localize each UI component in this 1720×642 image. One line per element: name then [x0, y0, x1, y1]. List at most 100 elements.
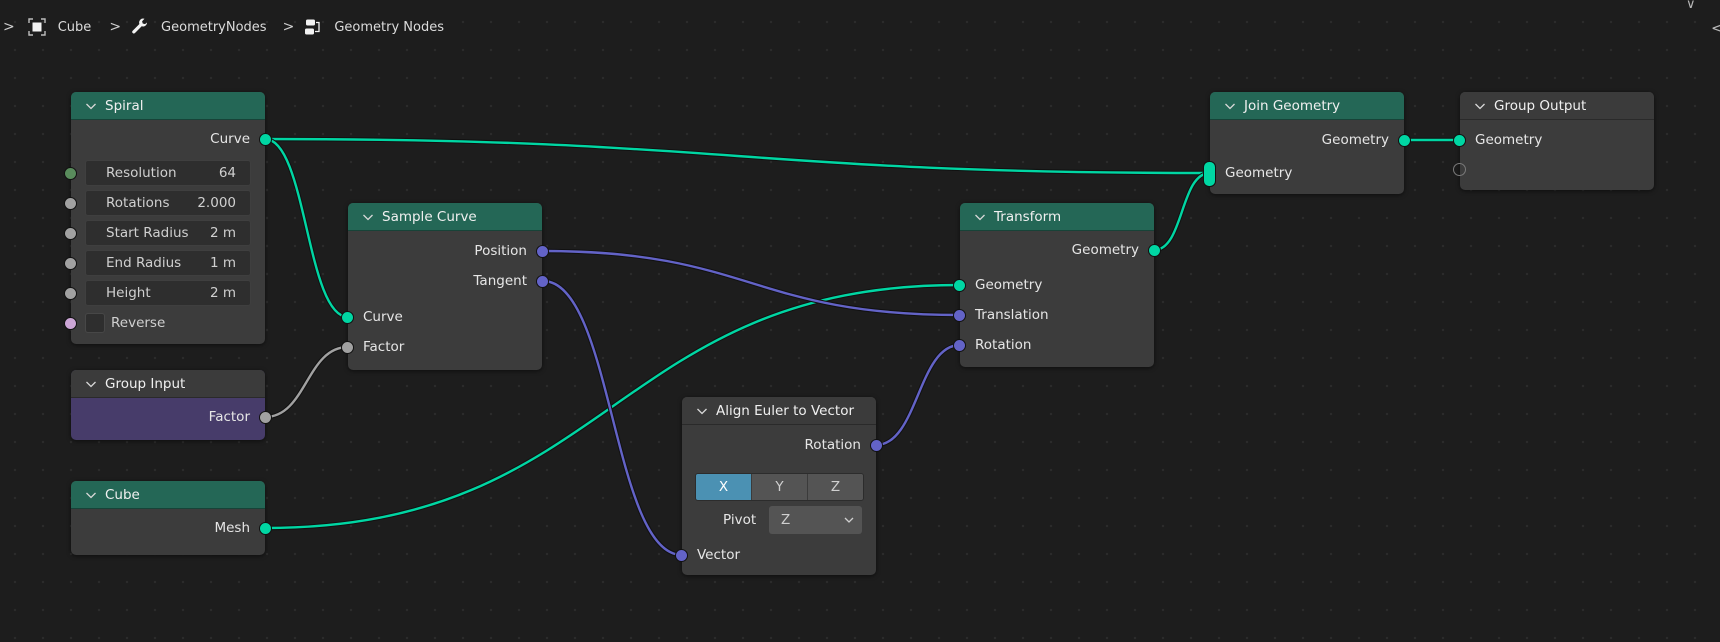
socket-curve-input[interactable] [341, 311, 354, 324]
socket-position-output[interactable] [536, 245, 549, 258]
field-label: Start Radius [106, 225, 189, 241]
input-socket-row: Vector [682, 544, 876, 566]
object-cube-icon [28, 18, 46, 36]
node-link-sample_curve-position-to-transform-translation[interactable] [542, 249, 961, 317]
socket-factor-output[interactable] [259, 411, 272, 424]
socket-translation-input[interactable] [953, 309, 966, 322]
wrench-modifier-icon [131, 18, 149, 36]
socket-tangent-output[interactable] [536, 275, 549, 288]
axis-toggle-group: X Y Z [695, 473, 864, 501]
socket-rotation-output[interactable] [870, 439, 883, 452]
socket-rotations-input[interactable] [64, 197, 77, 210]
chevron-down-icon[interactable] [1474, 100, 1486, 112]
socket-label: Tangent [473, 273, 527, 289]
output-socket-row: Mesh [71, 517, 265, 539]
resolution-field[interactable]: Resolution 64 [85, 160, 251, 186]
axis-z-toggle[interactable]: Z [808, 474, 863, 500]
node-group-output[interactable]: Group Output Geometry [1453, 92, 1654, 190]
node-transform[interactable]: Transform Geometry Geometry Translation … [953, 203, 1161, 367]
node-header[interactable]: Sample Curve [348, 203, 542, 231]
node-title: Spiral [105, 97, 144, 114]
chevron-down-icon[interactable] [85, 489, 97, 501]
chevron-down-icon[interactable] [1224, 100, 1236, 112]
breadcrumb-item-object[interactable]: Cube [58, 20, 92, 35]
output-socket-row: Geometry [1210, 129, 1404, 151]
socket-label: Mesh [214, 520, 250, 536]
output-socket-row: Position [348, 240, 542, 262]
axis-y-toggle[interactable]: Y [752, 474, 808, 500]
breadcrumb-separator: > [282, 19, 295, 35]
socket-empty-input[interactable] [1453, 163, 1466, 176]
socket-factor-input[interactable] [341, 341, 354, 354]
socket-geometry-output[interactable] [1148, 244, 1161, 257]
node-header[interactable]: Group Input [71, 370, 265, 398]
field-label: Resolution [106, 165, 177, 181]
node-header[interactable]: Spiral [71, 92, 265, 120]
socket-start-radius-input[interactable] [64, 227, 77, 240]
sidebar-toggle[interactable]: < [1711, 19, 1720, 37]
height-field[interactable]: Height 2 m [85, 280, 251, 306]
socket-vector-input[interactable] [675, 549, 688, 562]
node-title: Align Euler to Vector [716, 402, 854, 419]
pivot-dropdown[interactable]: Z [769, 506, 862, 534]
node-header[interactable]: Join Geometry [1210, 92, 1404, 120]
socket-rotation-input[interactable] [953, 339, 966, 352]
node-link-spiral-curve-to-sample_curve-curve[interactable] [264, 137, 349, 319]
node-link-transform-geometry-to-join_geometry-geometry[interactable] [1153, 171, 1211, 252]
chevron-down-icon[interactable] [974, 211, 986, 223]
chevron-down-icon[interactable] [85, 100, 97, 112]
node-link-group_input-factor-to-sample_curve-factor[interactable] [264, 345, 349, 419]
breadcrumb: > Cube > GeometryNodes > Geometry Nodes [0, 16, 444, 38]
node-link-outline [542, 248, 961, 318]
socket-geometry-output[interactable] [1398, 134, 1411, 147]
axis-x-toggle[interactable]: X [696, 474, 752, 500]
chevron-down-icon[interactable] [362, 211, 374, 223]
input-socket-row: Geometry [1460, 129, 1654, 151]
node-spiral[interactable]: Spiral Curve Resolution 64 Rotations 2.000… [64, 92, 272, 344]
socket-height-input[interactable] [64, 287, 77, 300]
socket-curve-output[interactable] [259, 133, 272, 146]
end-radius-field[interactable]: End Radius 1 m [85, 250, 251, 276]
node-link-spiral-curve-to-join_geometry-geometry[interactable] [264, 137, 1211, 175]
chevron-down-icon[interactable] [85, 378, 97, 390]
node-cube[interactable]: Cube Mesh [71, 481, 272, 555]
socket-mesh-output[interactable] [259, 522, 272, 535]
breadcrumb-item-modifier[interactable]: GeometryNodes [161, 20, 267, 35]
socket-geometry-input[interactable] [953, 279, 966, 292]
breadcrumb-item-node-tree[interactable]: Geometry Nodes [334, 20, 444, 35]
socket-resolution-input[interactable] [64, 167, 77, 180]
node-link-sample_curve-tangent-to-align_euler-vector[interactable] [542, 279, 683, 557]
rotations-field[interactable]: Rotations 2.000 [85, 190, 251, 216]
socket-reverse-input[interactable] [64, 317, 77, 330]
header-collapse-toggle[interactable]: ∨ [1686, 0, 1696, 12]
node-link-outline [1153, 170, 1211, 253]
output-socket-row: Rotation [682, 434, 876, 456]
node-join-geometry[interactable]: Join Geometry Geometry Geometry [1203, 92, 1411, 194]
node-header[interactable]: Align Euler to Vector [682, 397, 876, 425]
socket-label: Translation [975, 307, 1049, 323]
node-sample-curve[interactable]: Sample Curve Position Tangent Curve Fact… [341, 203, 549, 370]
socket-label: Geometry [1321, 132, 1389, 148]
reverse-checkbox[interactable] [85, 313, 105, 333]
node-align-euler-to-vector[interactable]: Align Euler to Vector Rotation X Y Z Piv… [675, 397, 883, 575]
socket-geometry-multi-input[interactable] [1203, 161, 1216, 187]
socket-geometry-input[interactable] [1453, 134, 1466, 147]
socket-label: Position [474, 243, 527, 259]
output-socket-row: Factor [71, 406, 265, 428]
node-header[interactable]: Transform [960, 203, 1154, 231]
node-header[interactable]: Group Output [1460, 92, 1654, 120]
field-value: 1 m [209, 255, 236, 271]
input-socket-row: Geometry [960, 274, 1154, 296]
node-link-align_euler-rotation-to-transform-rotation[interactable] [875, 343, 961, 447]
node-group-input[interactable]: Group Input Factor [71, 370, 272, 440]
socket-end-radius-input[interactable] [64, 257, 77, 270]
breadcrumb-expand-chevron[interactable]: > [3, 19, 15, 35]
output-socket-row: Tangent [348, 270, 542, 292]
field-label: Rotations [106, 195, 170, 211]
input-socket-row: Factor [348, 336, 542, 358]
field-value: 2 m [209, 285, 236, 301]
start-radius-field[interactable]: Start Radius 2 m [85, 220, 251, 246]
field-label: End Radius [106, 255, 182, 271]
node-header[interactable]: Cube [71, 481, 265, 509]
chevron-down-icon[interactable] [696, 405, 708, 417]
